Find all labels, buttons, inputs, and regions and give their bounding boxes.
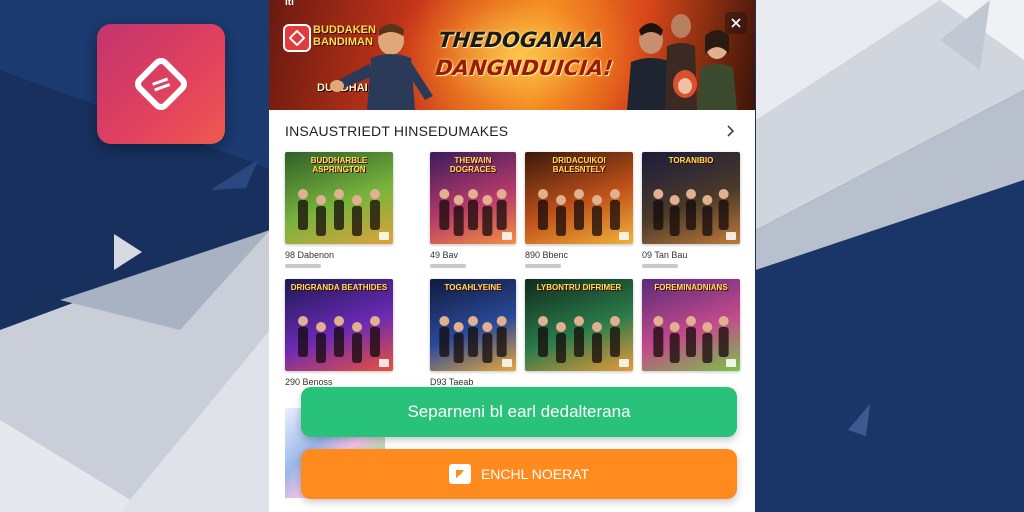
game-tile-subtitle (525, 264, 561, 268)
featured-banner[interactable]: Iti BUDDAKEN BANDIMAN DURDHAIAN THEDOGAN… (269, 0, 755, 110)
game-artwork (538, 316, 620, 363)
game-tile-subtitle (285, 264, 321, 268)
banner-title-line1: THEDOGANAA (437, 28, 605, 52)
tile-badge-icon (379, 359, 389, 367)
status-label: Iti (285, 0, 294, 8)
game-tile[interactable]: LYBONTRU DIFRIMER (525, 279, 633, 371)
game-tile-label: 09 Tan Bau (642, 250, 688, 260)
game-tile[interactable]: FOREMINADNIANS (642, 279, 740, 371)
game-tile-title: LYBONTRU DIFRIMER (536, 283, 622, 292)
tile-badge-icon (726, 359, 736, 367)
game-tile[interactable]: BUDDHARBLE ASPRINGTON (285, 152, 393, 244)
game-tile-title: BUDDHARBLE ASPRINGTON (310, 156, 368, 174)
game-tile[interactable]: DRIGRANDA BEATHIDES (285, 279, 393, 371)
hero-figures-right (627, 14, 737, 110)
app-icon[interactable] (97, 24, 225, 144)
banner-title: THEDOGANAA DANGNDUICIA! (434, 26, 640, 82)
game-tile-subtitle (642, 264, 678, 268)
close-icon (731, 18, 741, 28)
tile-badge-icon (619, 359, 629, 367)
game-tile-title: TOGAHLYEINE (444, 283, 502, 292)
game-artwork (298, 316, 380, 363)
game-tile[interactable]: TORANIBIO (642, 152, 740, 244)
tile-badge-icon (726, 232, 736, 240)
game-tile-label: 890 Bbenc (525, 250, 569, 260)
close-banner-button[interactable] (725, 12, 747, 34)
game-tile-label: 98 Dabenon (285, 250, 335, 260)
section-title: INSAUSTRIEDT HINSEDUMAKES (285, 123, 509, 139)
game-tile-title: FOREMINADNIANS (654, 283, 728, 292)
game-tile[interactable]: TOGAHLYEINE (430, 279, 516, 371)
phone-screen: Iti BUDDAKEN BANDIMAN DURDHAIAN THEDOGAN… (269, 0, 755, 512)
game-tile[interactable]: DRIDACUIKOI BALESNTELY (525, 152, 633, 244)
game-tile-label: D93 Taeab (430, 377, 474, 387)
game-artwork (439, 316, 507, 363)
flag-icon (448, 464, 471, 484)
tile-badge-icon (502, 232, 512, 240)
game-tile[interactable]: THEWAIN DOGRACES (430, 152, 516, 244)
tile-badge-icon (619, 232, 629, 240)
game-tile-title: THEWAIN DOGRACES (449, 156, 497, 174)
section-header[interactable]: INSAUSTRIEDT HINSEDUMAKES (285, 121, 739, 141)
secondary-action-label: ENCHL NOERAT (480, 466, 590, 482)
game-tile-subtitle (430, 264, 466, 268)
tile-badge-icon (379, 232, 389, 240)
banner-logo-icon (283, 24, 311, 52)
game-artwork (653, 189, 729, 236)
chevron-right-icon[interactable] (727, 124, 739, 138)
primary-action-button[interactable]: Separneni bl earl dedalterana (301, 387, 737, 437)
tile-badge-icon (502, 359, 512, 367)
game-tile-title: TORANIBIO (668, 156, 714, 165)
hero-figure-left (330, 24, 433, 110)
app-logo-icon (135, 58, 187, 110)
game-artwork (653, 316, 729, 363)
game-tile-label: 290 Benoss (285, 377, 333, 387)
secondary-action-button[interactable]: ENCHL NOERAT (301, 449, 737, 499)
game-tile-title: DRIGRANDA BEATHIDES (290, 283, 388, 292)
primary-action-label: Separneni bl earl dedalterana (407, 402, 631, 421)
game-tile-title: DRIDACUIKOI BALESNTELY (552, 156, 606, 174)
game-tile-label: 49 Bav (430, 250, 459, 260)
banner-title-line2: DANGNDUICIA! (434, 56, 615, 80)
